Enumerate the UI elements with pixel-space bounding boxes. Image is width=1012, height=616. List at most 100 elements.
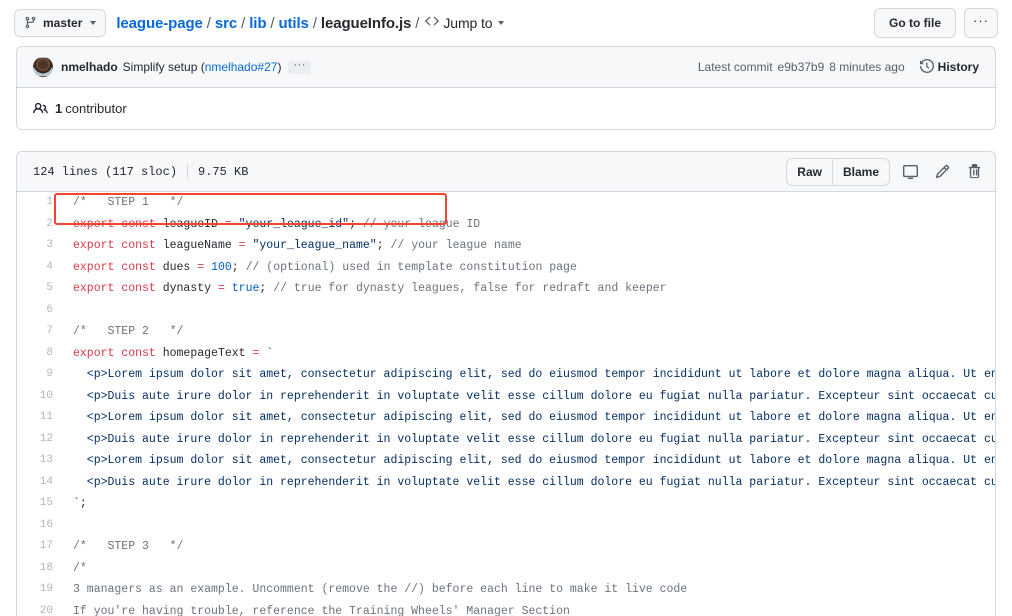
contributor-count: 1 — [55, 101, 63, 116]
line-number[interactable]: 17 — [17, 536, 63, 558]
line-content: /* STEP 1 */ — [63, 192, 995, 214]
code-token: // your league name — [390, 239, 522, 252]
blame-button[interactable]: Blame — [831, 158, 889, 185]
line-number[interactable]: 14 — [17, 472, 63, 494]
code-token: 100 — [211, 260, 232, 274]
line-number[interactable]: 10 — [17, 386, 63, 408]
code-line-row: 18 /* — [17, 558, 995, 580]
commit-author-link[interactable]: nmelhado — [61, 60, 118, 74]
file-toolbar-actions: Raw Blame — [786, 157, 986, 186]
code-token: ; — [231, 260, 246, 274]
line-number[interactable]: 18 — [17, 558, 63, 580]
line-content: <p>Lorem ipsum dolor sit amet, consectet… — [63, 364, 995, 386]
code-token: <p>Duis aute irure dolor in reprehenderi… — [86, 475, 995, 489]
breadcrumb-separator: / — [241, 14, 246, 32]
line-number[interactable]: 16 — [17, 515, 63, 537]
line-content — [63, 300, 995, 322]
breadcrumb-dir-src[interactable]: src — [215, 15, 237, 32]
line-number[interactable]: 15 — [17, 493, 63, 515]
code-token: export const — [73, 239, 156, 252]
breadcrumb-current-file: leagueInfo.js — [320, 14, 412, 32]
history-button[interactable]: History — [919, 58, 979, 76]
code-line-row: 8 export const homepageText = ` — [17, 343, 995, 365]
breadcrumb: league-page / src / lib / utils / league… — [116, 14, 505, 32]
code-token: = — [217, 282, 225, 295]
line-number[interactable]: 20 — [17, 601, 63, 616]
code-line-row: 15 `; — [17, 493, 995, 515]
line-number[interactable]: 12 — [17, 429, 63, 451]
pencil-icon[interactable] — [930, 159, 954, 185]
code-table: 1/* STEP 1 */2 export const leagueID = "y… — [17, 192, 995, 616]
line-number[interactable]: 11 — [17, 407, 63, 429]
line-number[interactable]: 4 — [17, 257, 63, 279]
go-to-file-button[interactable]: Go to file — [874, 8, 956, 38]
code-token: ; — [259, 282, 274, 295]
file-header-bar: master league-page / src / lib / utils /… — [0, 0, 1012, 46]
history-label: History — [937, 60, 979, 74]
line-content: <p>Lorem ipsum dolor sit amet, consectet… — [63, 450, 995, 472]
code-viewer[interactable]: 1/* STEP 1 */2 export const leagueID = "y… — [17, 192, 995, 616]
desktop-icon[interactable] — [898, 159, 922, 185]
trash-icon[interactable] — [962, 159, 986, 185]
line-number[interactable]: 1 — [17, 192, 63, 214]
line-content: export const leagueName = "your_league_n… — [63, 235, 995, 257]
breadcrumb-repo-link[interactable]: league-page — [116, 15, 203, 32]
breadcrumb-separator: / — [206, 14, 211, 32]
line-content: /* — [63, 558, 995, 580]
code-line-row: 14 <p>Duis aute irure dolor in reprehend… — [17, 472, 995, 494]
code-token: leagueID — [155, 217, 225, 231]
line-content: <p>Duis aute irure dolor in reprehenderi… — [63, 429, 995, 451]
code-token: export const — [73, 260, 156, 274]
line-number[interactable]: 5 — [17, 278, 63, 300]
code-token: /* STEP 1 */ — [73, 196, 184, 209]
contributors-row[interactable]: 1 contributor — [17, 88, 995, 129]
code-token: export const — [73, 346, 156, 360]
avatar — [33, 57, 53, 77]
line-content: 3 managers as an example. Uncomment (rem… — [63, 579, 995, 601]
line-number[interactable]: 8 — [17, 343, 63, 365]
line-content: <p>Lorem ipsum dolor sit amet, consectet… — [63, 407, 995, 429]
line-number[interactable]: 2 — [17, 214, 63, 236]
commit-expand-button[interactable]: ··· — [288, 59, 311, 74]
line-number[interactable]: 3 — [17, 235, 63, 257]
breadcrumb-dir-lib[interactable]: lib — [249, 15, 266, 32]
code-token: If you're having trouble, reference the … — [73, 604, 570, 616]
breadcrumb-dir-utils[interactable]: utils — [278, 15, 308, 32]
code-line-row: 9 <p>Lorem ipsum dolor sit amet, consect… — [17, 364, 995, 386]
line-number[interactable]: 19 — [17, 579, 63, 601]
code-token: // true for dynasty leagues, false for r… — [273, 282, 667, 295]
code-token: ; — [376, 239, 391, 252]
line-number[interactable]: 6 — [17, 300, 63, 322]
code-token: ; — [79, 497, 87, 510]
line-number[interactable]: 13 — [17, 450, 63, 472]
code-token: <p>Lorem ipsum dolor sit amet, consectet… — [86, 411, 995, 424]
more-options-button[interactable]: ··· — [964, 8, 998, 38]
code-line-row: 7 /* STEP 2 */ — [17, 321, 995, 343]
line-number[interactable]: 7 — [17, 321, 63, 343]
code-token: leagueName — [155, 239, 239, 252]
branch-selector-button[interactable]: master — [14, 9, 107, 37]
line-content: export const dynasty = true; // true for… — [63, 278, 995, 300]
breadcrumb-separator: / — [270, 14, 275, 32]
file-toolbar: 124 lines (117 sloc) 9.75 KB Raw Blame — [17, 152, 995, 192]
raw-button[interactable]: Raw — [787, 159, 832, 185]
commit-pr-link[interactable]: nmelhado#27 — [205, 60, 278, 74]
latest-commit-label: Latest commit — [697, 60, 773, 74]
code-lines: 1/* STEP 1 */2 export const leagueID = "y… — [17, 192, 995, 616]
raw-blame-button-group: Raw Blame — [786, 157, 890, 186]
code-line-row: 4 export const dues = 100; // (optional) … — [17, 257, 995, 279]
line-content: export const dues = 100; // (optional) u… — [63, 257, 995, 279]
line-number[interactable]: 9 — [17, 364, 63, 386]
line-content — [63, 515, 995, 537]
jump-to-button[interactable]: Jump to — [425, 14, 505, 32]
code-token: export const — [73, 282, 156, 295]
people-icon — [33, 101, 48, 116]
code-line-row: 20 If you're having trouble, reference th… — [17, 601, 995, 616]
line-content: If you're having trouble, reference the … — [63, 601, 995, 616]
code-token: /* — [73, 561, 87, 575]
jump-to-label: Jump to — [443, 15, 493, 31]
code-line-row: 12 <p>Duis aute irure dolor in reprehend… — [17, 429, 995, 451]
commit-sha[interactable]: e9b37b9 — [778, 60, 825, 74]
code-token: /* STEP 3 */ — [73, 540, 184, 553]
